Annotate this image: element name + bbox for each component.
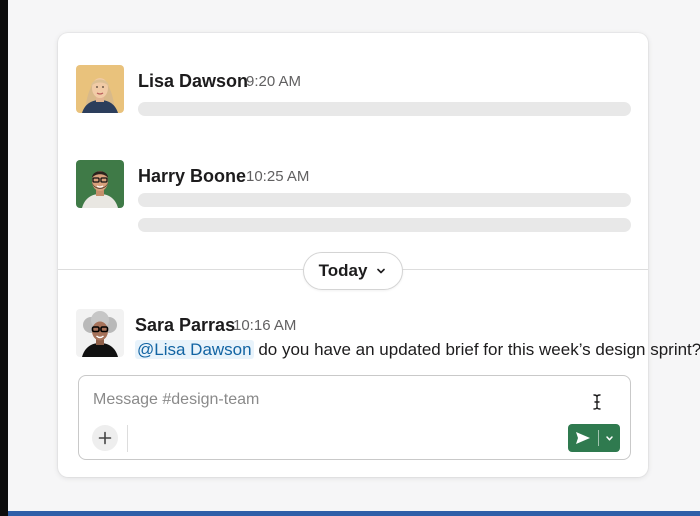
- message-timestamp[interactable]: 10:25 AM: [246, 168, 309, 185]
- chevron-down-icon: [606, 435, 613, 441]
- avatar-sara-parras-icon: [76, 309, 124, 357]
- avatar-lisa-dawson-icon: [76, 65, 124, 113]
- toolbar-divider: [127, 425, 128, 452]
- avatar[interactable]: [76, 65, 124, 113]
- message-panel: Lisa Dawson 9:20 AM Harry Boone 10:25 AM: [58, 33, 700, 477]
- avatar-harry-boone-icon: [76, 160, 124, 208]
- send-icon: [576, 432, 590, 444]
- send-button[interactable]: [568, 424, 598, 452]
- author-name[interactable]: Lisa Dawson: [138, 71, 248, 92]
- message-body: do you have an updated brief for this we…: [253, 340, 700, 359]
- message-composer: [78, 375, 631, 460]
- message-input[interactable]: [93, 388, 593, 412]
- date-divider-button[interactable]: Today: [303, 252, 403, 290]
- avatar[interactable]: [76, 309, 124, 357]
- send-button-group: [568, 424, 620, 452]
- author-name[interactable]: Sara Parras: [135, 315, 235, 336]
- message-timestamp[interactable]: 9:20 AM: [246, 73, 301, 90]
- message-timestamp[interactable]: 10:16 AM: [233, 317, 296, 334]
- message-placeholder-line: [138, 218, 631, 232]
- text-cursor-icon: [593, 394, 601, 410]
- bottom-accent-bar: [8, 511, 700, 516]
- date-divider-label: Today: [318, 261, 368, 280]
- send-options-button[interactable]: [599, 424, 620, 452]
- message-text: @Lisa Dawson do you have an updated brie…: [135, 340, 700, 360]
- message-placeholder-line: [138, 193, 631, 207]
- attach-button[interactable]: [92, 425, 118, 451]
- message-placeholder-line: [138, 102, 631, 116]
- author-name[interactable]: Harry Boone: [138, 166, 246, 187]
- chevron-down-icon: [377, 268, 386, 274]
- user-mention[interactable]: @Lisa Dawson: [135, 340, 254, 359]
- avatar[interactable]: [76, 160, 124, 208]
- window-edge: [0, 0, 8, 516]
- plus-icon: [98, 431, 112, 445]
